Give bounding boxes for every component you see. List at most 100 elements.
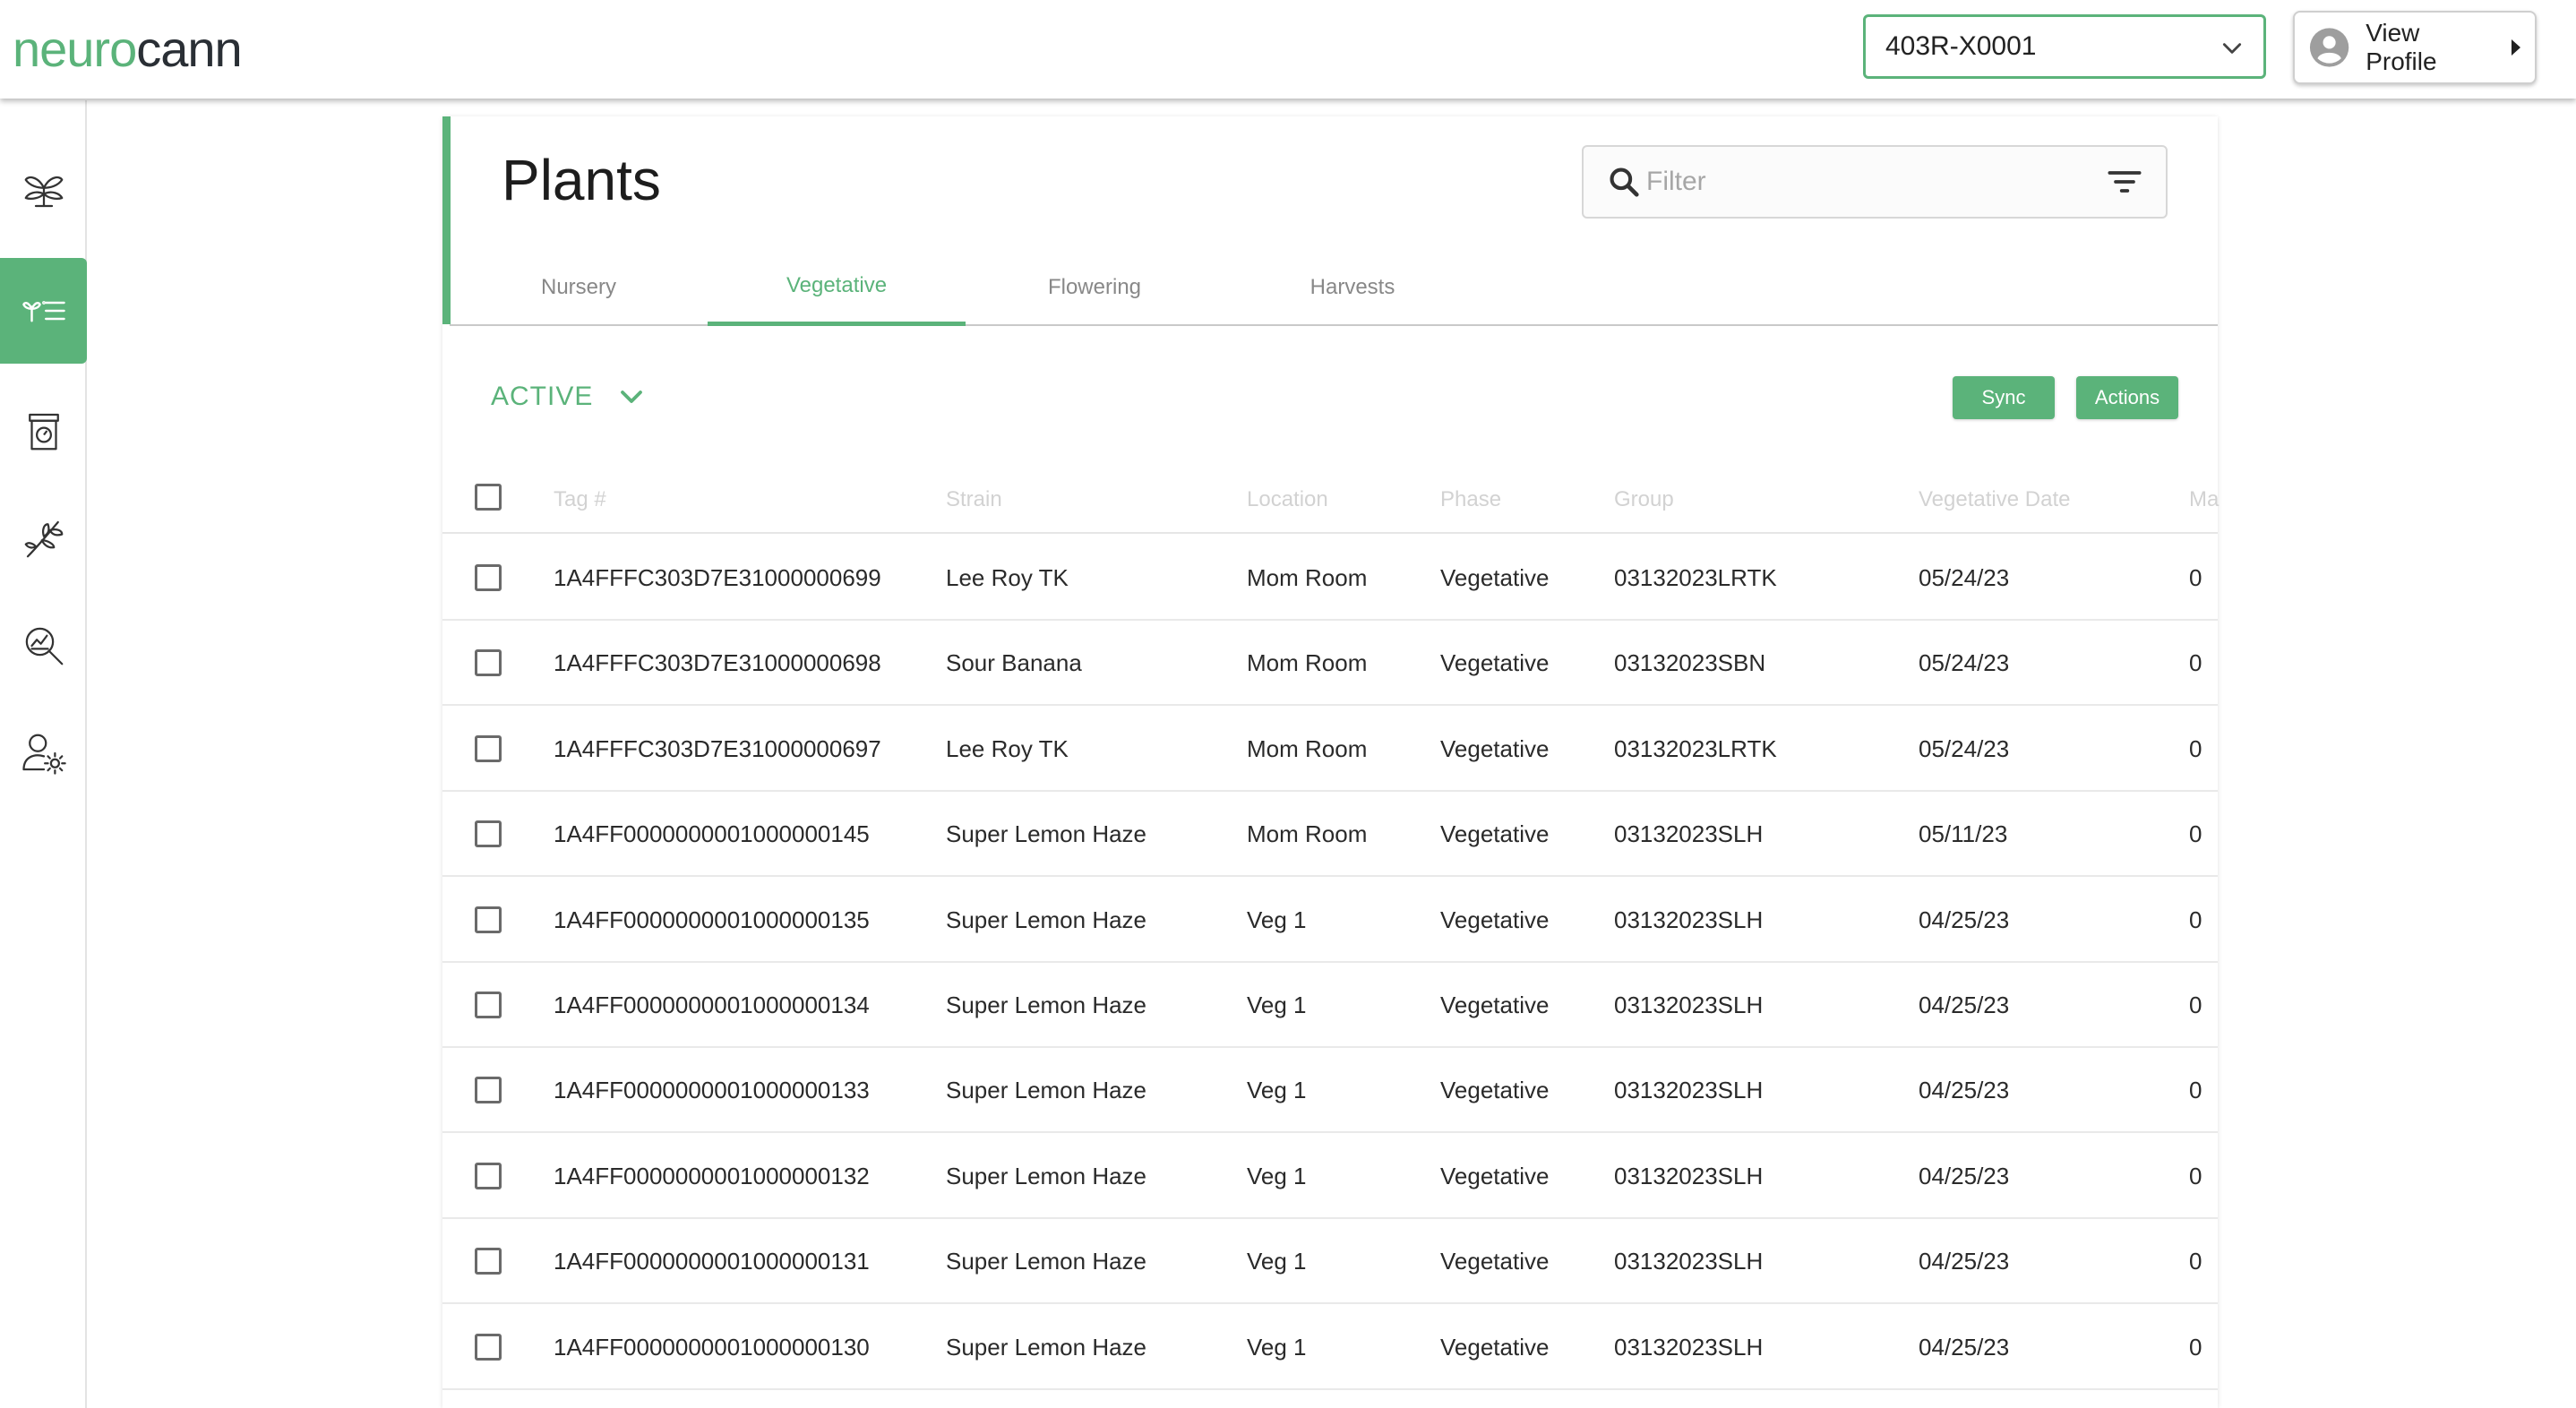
sidebar-item-user-settings[interactable] <box>0 700 87 806</box>
column-header-truncated[interactable]: Ma <box>2189 487 2219 512</box>
search-icon <box>1610 167 1639 197</box>
facility-value: 403R-X0001 <box>1885 31 2037 61</box>
column-header-tag[interactable]: Tag # <box>554 487 606 512</box>
select-all-checkbox[interactable] <box>475 484 502 511</box>
table-row[interactable]: 1A4FFFC303D7E31000000697 Lee Roy TK Mom Ro… <box>442 707 2218 792</box>
page-title: Plants <box>502 148 661 212</box>
table-row[interactable]: 1A4FF0000000001000000131 Super Lemon Haze… <box>442 1219 2218 1305</box>
row-checkbox[interactable] <box>475 906 502 933</box>
sidebar-item-plants[interactable] <box>0 258 87 364</box>
analytics-search-icon <box>25 627 63 665</box>
sidebar-item-nursery[interactable] <box>0 137 87 243</box>
cell-strain: Super Lemon Haze <box>946 1162 1147 1189</box>
cell-extra: 0 <box>2189 564 2202 591</box>
avatar-icon <box>2309 28 2349 67</box>
cell-group: 03132023SLH <box>1614 1248 1764 1275</box>
cell-strain: Super Lemon Haze <box>946 820 1147 848</box>
sidebar-item-harvest[interactable] <box>0 485 87 591</box>
logo-part-1: neuro <box>13 21 137 77</box>
cell-group: 03132023LRTK <box>1614 734 1777 762</box>
tab-nursery[interactable]: Nursery <box>450 249 708 326</box>
cell-location: Veg 1 <box>1247 1077 1307 1104</box>
top-bar: neurocann 403R-X0001 View Profile <box>0 0 2576 99</box>
cell-group: 03132023SLH <box>1614 1333 1764 1361</box>
cell-tag: 1A4FF0000000001000000134 <box>554 992 870 1018</box>
cell-group: 03132023SLH <box>1614 992 1764 1018</box>
table-row[interactable]: 1A4FF0000000001000000135 Super Lemon Haze… <box>442 878 2218 963</box>
cell-group: 03132023LRTK <box>1614 564 1777 591</box>
view-profile-button[interactable]: View Profile <box>2293 11 2537 84</box>
column-header-vegetative-date[interactable]: Vegetative Date <box>1919 487 2070 512</box>
row-checkbox[interactable] <box>475 1248 502 1275</box>
cell-group: 03132023SLH <box>1614 1162 1764 1189</box>
sync-button[interactable]: Sync <box>1953 376 2055 419</box>
cell-tag: 1A4FFFC303D7E31000000699 <box>554 564 881 591</box>
row-checkbox[interactable] <box>475 1162 502 1189</box>
table-row[interactable]: 1A4FFFC303D7E31000000698 Sour Banana Mom R… <box>442 621 2218 707</box>
cell-extra: 0 <box>2189 1077 2202 1104</box>
table-row[interactable]: 1A4FF0000000001000000134 Super Lemon Haze… <box>442 963 2218 1048</box>
logo-part-2: cann <box>136 21 242 77</box>
cell-phase: Vegetative <box>1440 649 1550 677</box>
column-header-strain[interactable]: Strain <box>946 487 1002 512</box>
column-header-location[interactable]: Location <box>1247 487 1328 512</box>
cell-date: 05/24/23 <box>1919 734 2010 762</box>
table-row[interactable]: 1A4FF0000000001000000130 Super Lemon Haze… <box>442 1305 2218 1390</box>
cell-location: Mom Room <box>1247 734 1368 762</box>
cell-location: Veg 1 <box>1247 992 1307 1018</box>
row-checkbox[interactable] <box>475 992 502 1018</box>
cell-location: Veg 1 <box>1247 1333 1307 1361</box>
filter-lines-icon[interactable] <box>2107 167 2142 197</box>
filter-input[interactable] <box>1646 167 2107 197</box>
tab-harvests[interactable]: Harvests <box>1224 249 1481 326</box>
app-logo[interactable]: neurocann <box>13 20 243 79</box>
filter-box[interactable] <box>1582 145 2168 219</box>
column-header-phase[interactable]: Phase <box>1440 487 1501 512</box>
cell-group: 03132023SLH <box>1614 906 1764 933</box>
cell-strain: Sour Banana <box>946 649 1082 677</box>
cell-tag: 1A4FF0000000001000000145 <box>554 820 870 848</box>
view-profile-label: View Profile <box>2366 19 2437 75</box>
chevron-down-icon <box>2222 43 2242 54</box>
row-checkbox[interactable] <box>475 564 502 591</box>
row-checkbox[interactable] <box>475 1333 502 1361</box>
nursery-plant-icon <box>24 176 63 208</box>
chevron-down-icon <box>621 391 643 403</box>
cell-extra: 0 <box>2189 1248 2202 1275</box>
cell-phase: Vegetative <box>1440 1077 1550 1104</box>
cell-extra: 0 <box>2189 992 2202 1018</box>
cell-group: 03132023SLH <box>1614 820 1764 848</box>
tab-flowering[interactable]: Flowering <box>966 249 1224 326</box>
plant-list-icon <box>21 301 65 322</box>
cell-extra: 0 <box>2189 906 2202 933</box>
column-header-group[interactable]: Group <box>1614 487 1674 512</box>
row-checkbox[interactable] <box>475 734 502 762</box>
cell-date: 05/11/23 <box>1919 820 2008 848</box>
tab-vegetative[interactable]: Vegetative <box>708 249 966 326</box>
table-row[interactable]: 1A4FF0000000001000000132 Super Lemon Haze… <box>442 1134 2218 1219</box>
facility-select[interactable]: 403R-X0001 <box>1863 14 2266 79</box>
cell-date: 04/25/23 <box>1919 1077 2010 1104</box>
plants-panel: Plants Nursery Vegetative Flowering Harv… <box>442 116 2219 1408</box>
sidebar-item-analytics[interactable] <box>0 593 87 699</box>
cell-extra: 0 <box>2189 734 2202 762</box>
row-checkbox[interactable] <box>475 820 502 848</box>
cell-extra: 0 <box>2189 1333 2202 1361</box>
cell-location: Mom Room <box>1247 649 1368 677</box>
cell-tag: 1A4FFFC303D7E31000000698 <box>554 649 881 677</box>
cell-strain: Lee Roy TK <box>946 564 1069 591</box>
cell-phase: Vegetative <box>1440 1333 1550 1361</box>
row-checkbox[interactable] <box>475 1077 502 1104</box>
cell-group: 03132023SLH <box>1614 1077 1764 1104</box>
cell-tag: 1A4FF0000000001000000130 <box>554 1333 870 1361</box>
table-row[interactable]: 1A4FF0000000001000000133 Super Lemon Haze… <box>442 1048 2218 1134</box>
status-filter-dropdown[interactable]: ACTIVE <box>491 382 645 412</box>
table-row[interactable]: 1A4FF0000000001000000145 Super Lemon Haze… <box>442 792 2218 878</box>
cell-tag: 1A4FF0000000001000000131 <box>554 1248 870 1275</box>
table-row[interactable]: 1A4FFFC303D7E31000000699 Lee Roy TK Mom Ro… <box>442 536 2218 621</box>
sidebar-item-weigh[interactable] <box>0 378 87 484</box>
cell-location: Mom Room <box>1247 564 1368 591</box>
cell-date: 05/24/23 <box>1919 649 2010 677</box>
row-checkbox[interactable] <box>475 649 502 677</box>
actions-button[interactable]: Actions <box>2076 376 2178 419</box>
